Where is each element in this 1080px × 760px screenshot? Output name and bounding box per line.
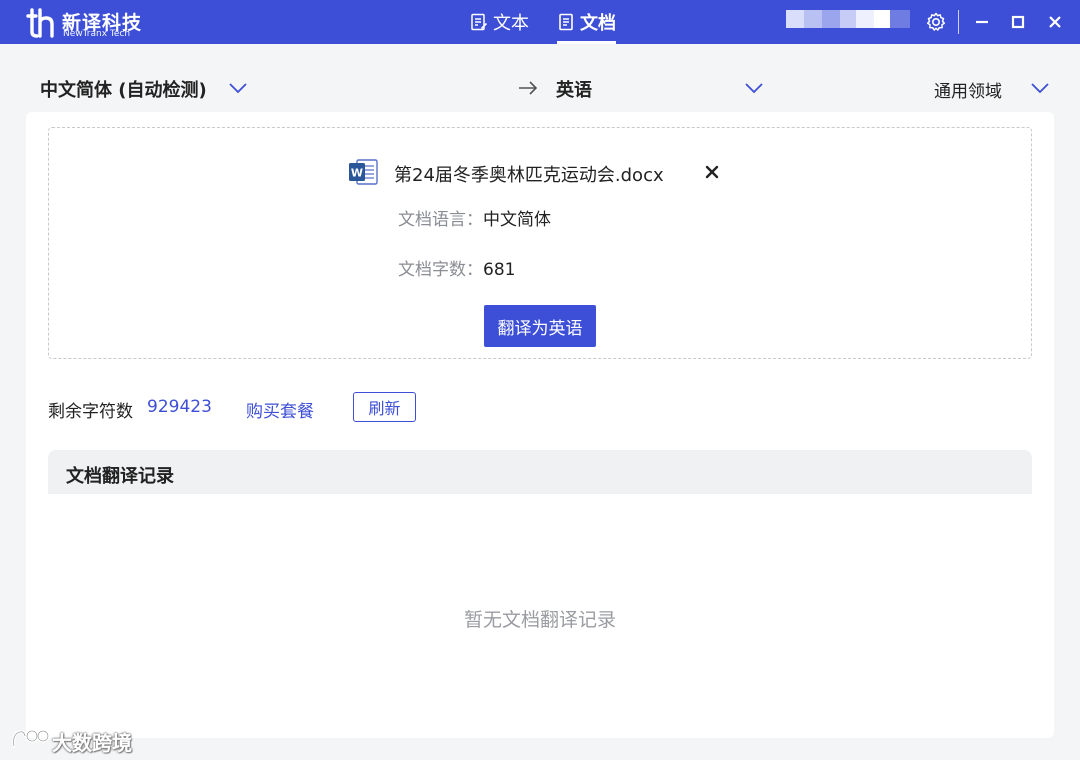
remaining-characters-label: 剩余字符数: [48, 402, 133, 422]
word-count-value: 681: [483, 260, 516, 280]
chevron-down-icon[interactable]: [1031, 82, 1049, 94]
active-tab-indicator: [557, 41, 616, 44]
remove-file-close-icon[interactable]: [704, 164, 720, 180]
tab-text-label: 文本: [493, 13, 529, 34]
user-account-blurred[interactable]: [786, 10, 910, 28]
text-document-icon: [471, 13, 488, 31]
domain-select[interactable]: 通用领域: [934, 77, 1002, 102]
file-name: 第24届冬季奥林匹克运动会.docx: [394, 165, 664, 186]
app-logo: 新译科技 NewTranx Tech: [24, 6, 144, 40]
watermark: 大数跨境: [10, 724, 150, 756]
tab-document[interactable]: 文档: [557, 0, 616, 44]
chevron-down-icon[interactable]: [745, 82, 763, 94]
tab-text[interactable]: 文本: [470, 0, 529, 44]
remaining-characters-value: 929423: [147, 397, 212, 417]
target-language-select[interactable]: 英语: [556, 76, 592, 102]
logo-text-en: NewTranx Tech: [63, 29, 131, 39]
newtranx-logo-icon: [26, 8, 54, 38]
maximize-icon[interactable]: [1008, 12, 1028, 32]
settings-gear-icon[interactable]: [925, 11, 947, 33]
watermark-logo-icon: [12, 729, 50, 748]
chevron-down-icon[interactable]: [229, 82, 247, 94]
watermark-text: 大数跨境: [52, 731, 132, 755]
document-language-info: 文档语言：中文简体: [398, 205, 551, 230]
source-language-select[interactable]: 中文简体 (自动检测): [40, 76, 207, 102]
translate-button[interactable]: 翻译为英语: [484, 305, 596, 347]
svg-text:W: W: [351, 167, 363, 180]
titlebar-separator: [958, 10, 959, 34]
tab-document-label: 文档: [580, 13, 616, 34]
buy-package-link[interactable]: 购买套餐: [246, 397, 314, 422]
translation-history-header: 文档翻译记录: [48, 450, 1032, 494]
minimize-icon[interactable]: [972, 12, 992, 32]
document-language-value: 中文简体: [483, 210, 551, 230]
empty-history-message: 暂无文档翻译记录: [463, 609, 616, 631]
word-document-icon: W: [349, 159, 378, 185]
word-count-label: 文档字数：: [398, 260, 483, 280]
refresh-button[interactable]: 刷新: [353, 392, 416, 422]
title-bar: 新译科技 NewTranx Tech 文本 文档: [0, 0, 1080, 44]
arrow-right-icon: [519, 81, 538, 95]
document-word-count-info: 文档字数：681: [398, 255, 515, 280]
translation-history-title: 文档翻译记录: [66, 466, 174, 487]
close-icon[interactable]: [1045, 12, 1065, 32]
document-icon: [559, 13, 573, 31]
document-language-label: 文档语言：: [398, 210, 483, 230]
